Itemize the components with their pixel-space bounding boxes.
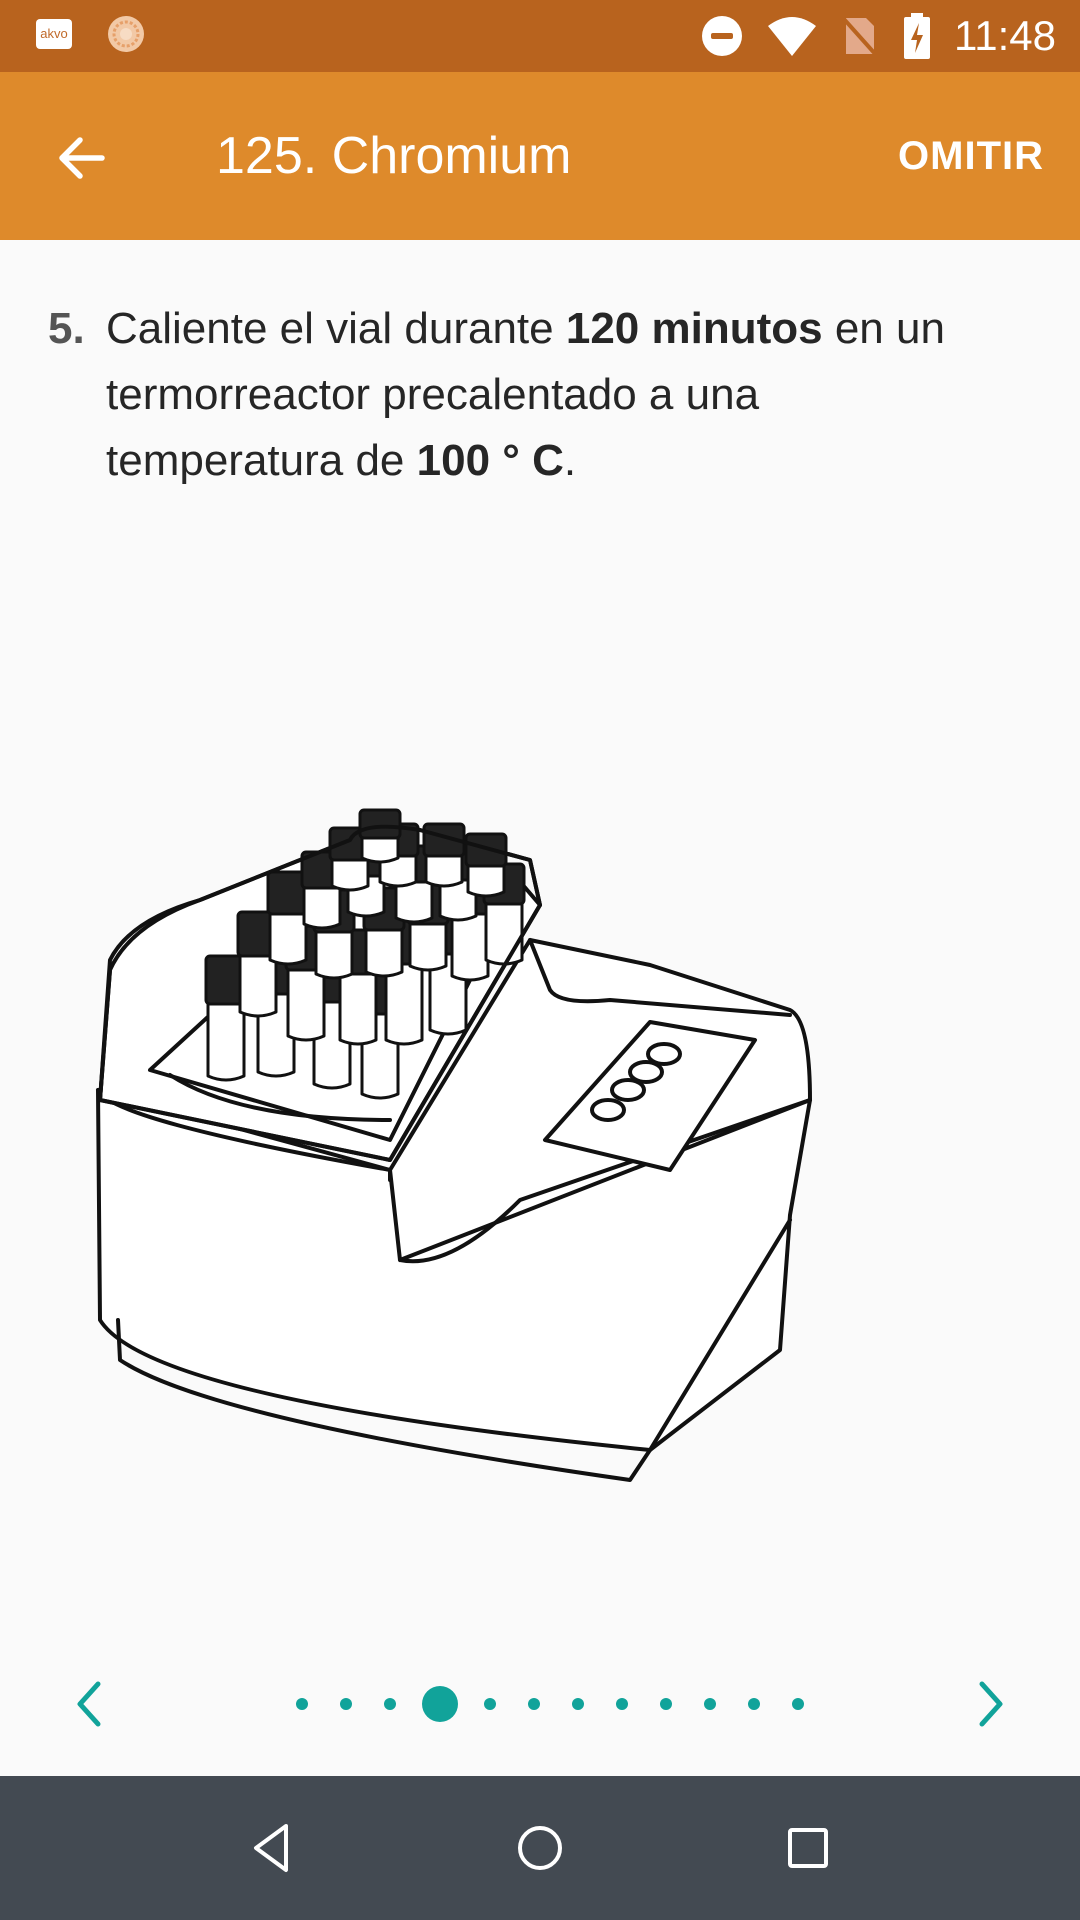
page-dot[interactable] [528,1698,540,1710]
wifi-icon [768,17,816,56]
skip-button[interactable]: OMITIR [898,132,1044,180]
do-not-disturb-icon [702,16,742,56]
step-text-part: Caliente el vial durante [106,304,566,353]
step-number: 5. [48,304,85,353]
app-bar: 125. Chromium OMITIR [0,72,1080,240]
page-indicator [280,1672,820,1736]
step-duration: 120 minutos [565,304,823,353]
recents-square-icon[interactable] [780,1818,836,1878]
page-dot[interactable] [296,1698,308,1710]
step-text-part: . [563,436,577,485]
pager [0,1672,1080,1736]
page-dot[interactable] [340,1698,352,1710]
page-title: 125. Chromium [216,127,572,185]
chevron-left-icon[interactable] [64,1676,114,1732]
thermoreactor-illustration [96,808,812,1482]
chevron-right-icon[interactable] [966,1676,1016,1732]
step-text: Caliente el vial durante 120 minutos en … [106,296,1006,494]
home-circle-icon[interactable] [512,1818,568,1878]
page-dot[interactable] [748,1698,760,1710]
page-dot[interactable] [660,1698,672,1710]
page-dot[interactable] [484,1698,496,1710]
page-dot[interactable] [616,1698,628,1710]
back-triangle-icon[interactable] [244,1818,300,1878]
no-sim-icon [841,16,879,58]
page-dot[interactable] [384,1698,396,1710]
step-temperature: 100 ° C [416,436,564,485]
akvo-logo: akvo [36,19,72,49]
page-dot-current[interactable] [422,1686,458,1722]
sun-icon [108,16,144,52]
page-dot[interactable] [792,1698,804,1710]
arrow-left-icon[interactable] [52,128,112,188]
status-bar: akvo 11:48 [0,0,1080,72]
page-dot[interactable] [572,1698,584,1710]
system-nav-bar [0,1776,1080,1920]
page-dot[interactable] [704,1698,716,1710]
battery-charging-icon [904,13,930,59]
clock: 11:48 [954,12,1056,59]
